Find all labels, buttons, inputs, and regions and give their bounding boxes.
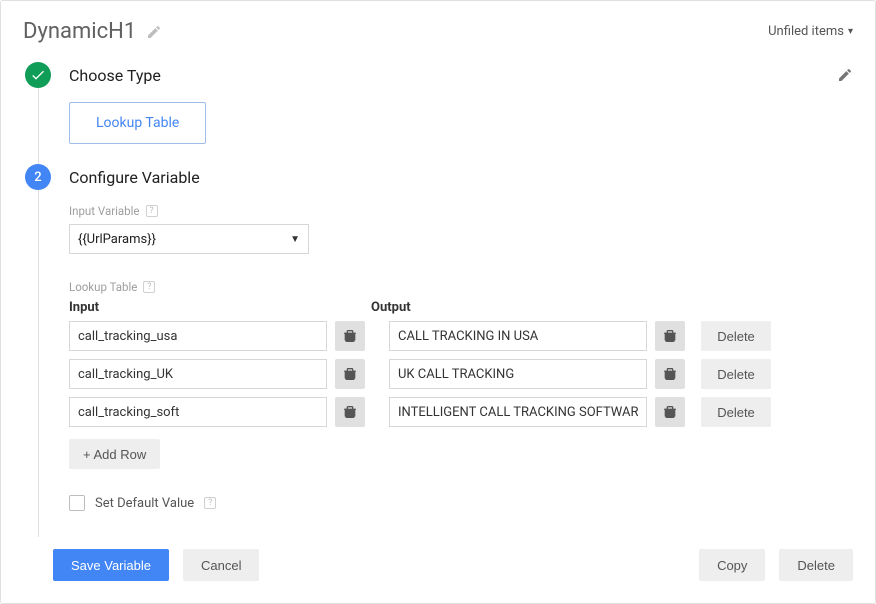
step2-title: Configure Variable xyxy=(69,168,200,187)
input-variable-picker-icon[interactable] xyxy=(335,321,365,351)
delete-row-button[interactable]: Delete xyxy=(701,321,771,351)
input-variable-select[interactable]: {{UrlParams}} ▼ xyxy=(69,224,309,254)
variable-editor-panel: DynamicH1 Unfiled items ▾ Choose Type xyxy=(0,0,876,604)
set-default-label: Set Default Value xyxy=(95,496,194,511)
column-header-output: Output xyxy=(371,300,629,315)
help-icon[interactable]: ? xyxy=(204,497,216,509)
lookup-output-field[interactable] xyxy=(389,359,647,389)
output-variable-picker-icon[interactable] xyxy=(655,321,685,351)
input-variable-value: {{UrlParams}} xyxy=(78,232,156,247)
lookup-table-body: Delete Delete Delete xyxy=(69,321,853,427)
save-button[interactable]: Save Variable xyxy=(53,549,169,581)
table-row: Delete xyxy=(69,359,853,389)
lookup-input-field[interactable] xyxy=(69,359,327,389)
dropdown-caret-icon: ▼ xyxy=(290,234,300,245)
delete-row-button[interactable]: Delete xyxy=(701,359,771,389)
lookup-input-field[interactable] xyxy=(69,321,327,351)
input-variable-picker-icon[interactable] xyxy=(335,359,365,389)
edit-type-icon[interactable] xyxy=(837,67,853,83)
folder-label: Unfiled items xyxy=(768,24,844,39)
step1-title: Choose Type xyxy=(69,66,161,85)
table-row: Delete xyxy=(69,397,853,427)
input-variable-label: Input Variable ? xyxy=(69,204,853,218)
lookup-table-label: Lookup Table ? xyxy=(69,280,853,294)
step1-marker-check-icon xyxy=(25,62,51,88)
add-row-button[interactable]: + Add Row xyxy=(69,439,160,469)
step-choose-type: Choose Type Lookup Table xyxy=(25,62,853,164)
step-configure-variable: 2 Configure Variable Input Variable ? {{… xyxy=(25,164,853,531)
header: DynamicH1 Unfiled items ▾ xyxy=(23,19,853,44)
copy-button[interactable]: Copy xyxy=(699,549,765,581)
column-header-input: Input xyxy=(69,300,327,315)
output-variable-picker-icon[interactable] xyxy=(655,359,685,389)
lookup-output-field[interactable] xyxy=(389,321,647,351)
folder-dropdown[interactable]: Unfiled items ▾ xyxy=(768,24,853,39)
set-default-value-row: Set Default Value ? xyxy=(69,495,853,511)
page-title: DynamicH1 xyxy=(23,19,136,44)
help-icon[interactable]: ? xyxy=(143,281,155,293)
output-variable-picker-icon[interactable] xyxy=(655,397,685,427)
footer: Save Variable Cancel Copy Delete xyxy=(53,549,853,581)
delete-variable-button[interactable]: Delete xyxy=(779,549,853,581)
cancel-button[interactable]: Cancel xyxy=(183,549,259,581)
lookup-table-headers: Input Output xyxy=(69,300,853,315)
set-default-checkbox[interactable] xyxy=(69,495,85,511)
chevron-down-icon: ▾ xyxy=(848,26,853,37)
input-variable-picker-icon[interactable] xyxy=(335,397,365,427)
lookup-input-field[interactable] xyxy=(69,397,327,427)
table-row: Delete xyxy=(69,321,853,351)
help-icon[interactable]: ? xyxy=(146,205,158,217)
delete-row-button[interactable]: Delete xyxy=(701,397,771,427)
variable-type-chip[interactable]: Lookup Table xyxy=(69,102,206,144)
lookup-output-field[interactable] xyxy=(389,397,647,427)
edit-title-icon[interactable] xyxy=(146,24,162,40)
step2-marker: 2 xyxy=(25,164,51,190)
